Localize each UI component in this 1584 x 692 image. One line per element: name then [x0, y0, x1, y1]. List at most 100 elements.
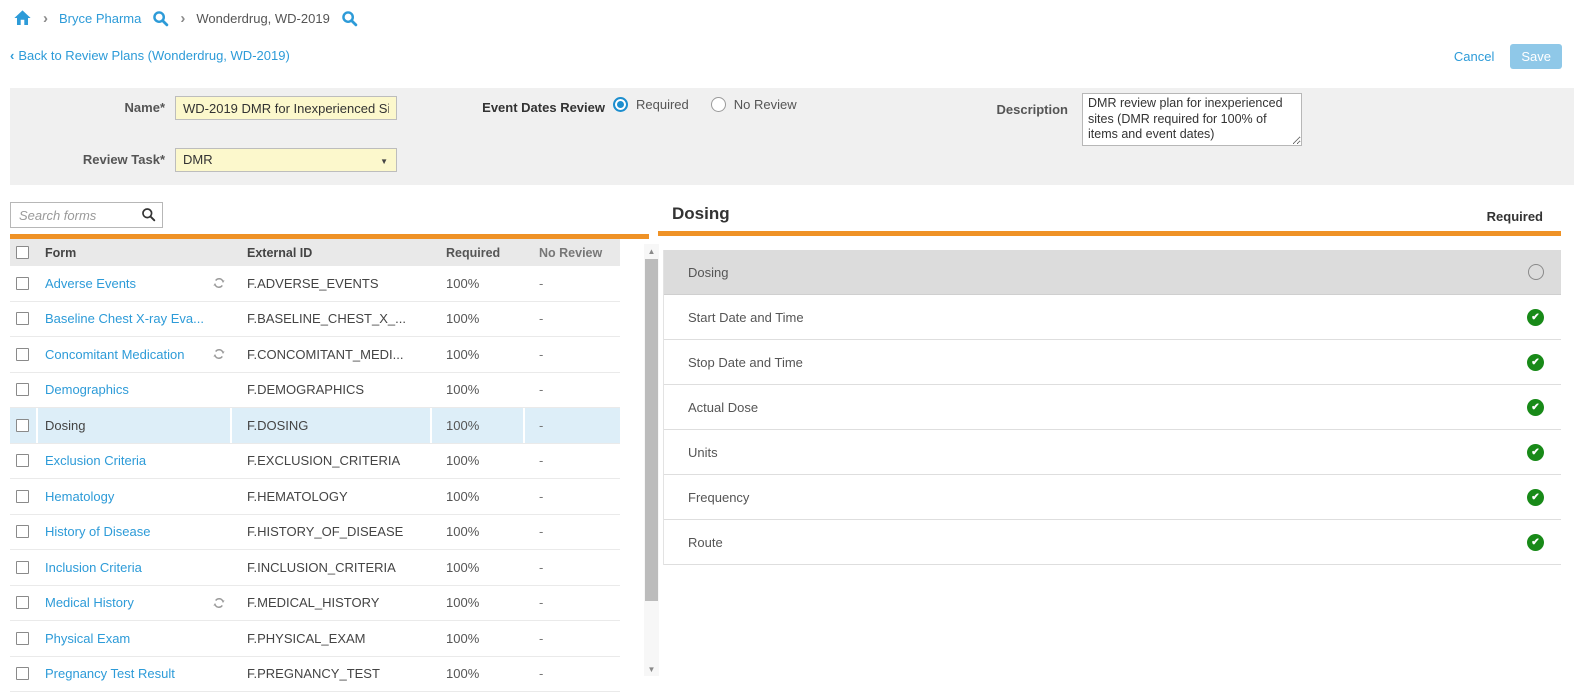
table-row[interactable]: Demographics F.DEMOGRAPHICS 100% -	[10, 373, 620, 409]
scroll-up-icon[interactable]: ▲	[644, 244, 659, 258]
no-review-cell: -	[525, 515, 620, 550]
no-review-cell: -	[525, 657, 620, 692]
row-checkbox[interactable]	[16, 596, 29, 609]
review-plan-form: Name* Review Task* DMR ▼ Event Dates Rev…	[10, 88, 1574, 185]
required-check-icon[interactable]: ✔	[1527, 489, 1544, 506]
forms-table-scrollbar[interactable]: ▲ ▼	[644, 244, 659, 676]
row-checkbox[interactable]	[16, 348, 29, 361]
table-row[interactable]: History of Disease F.HISTORY_OF_DISEASE …	[10, 515, 620, 551]
row-checkbox[interactable]	[16, 312, 29, 325]
form-link[interactable]: Baseline Chest X-ray Eva...	[45, 311, 204, 326]
required-check-icon[interactable]: ✔	[1527, 534, 1544, 551]
form-link[interactable]: Concomitant Medication	[45, 347, 184, 362]
table-row[interactable]: Adverse Events F.ADVERSE_EVENTS 100% -	[10, 266, 620, 302]
column-header-form: Form	[38, 239, 232, 266]
item-row[interactable]: Frequency ✔	[664, 475, 1561, 520]
table-row[interactable]: Baseline Chest X-ray Eva... F.BASELINE_C…	[10, 302, 620, 338]
form-link[interactable]: Inclusion Criteria	[45, 560, 142, 575]
description-textarea[interactable]: DMR review plan for inexperienced sites …	[1082, 93, 1302, 146]
save-button[interactable]: Save	[1510, 44, 1562, 69]
row-checkbox[interactable]	[16, 632, 29, 645]
row-checkbox[interactable]	[16, 383, 29, 396]
search-icon[interactable]	[152, 10, 169, 27]
description-label: Description	[935, 102, 1068, 117]
form-link[interactable]: Hematology	[45, 489, 114, 504]
required-cell: 100%	[432, 337, 525, 372]
row-checkbox[interactable]	[16, 561, 29, 574]
item-row[interactable]: Route ✔	[664, 520, 1561, 565]
table-row[interactable]: Exclusion Criteria F.EXCLUSION_CRITERIA …	[10, 444, 620, 480]
repeating-form-icon	[212, 276, 226, 290]
external-id-cell: F.INCLUSION_CRITERIA	[232, 550, 432, 585]
required-check-icon[interactable]: ✔	[1527, 444, 1544, 461]
row-checkbox[interactable]	[16, 490, 29, 503]
form-link[interactable]: Physical Exam	[45, 631, 130, 646]
back-row: ‹Back to Review Plans (Wonderdrug, WD-20…	[10, 48, 290, 63]
chevron-down-icon: ▼	[380, 157, 388, 166]
action-bar: Cancel Save	[1454, 44, 1562, 69]
form-link[interactable]: Adverse Events	[45, 276, 136, 291]
detail-form-label: Dosing	[688, 265, 728, 280]
table-row[interactable]: Hematology F.HEMATOLOGY 100% -	[10, 479, 620, 515]
form-link[interactable]: Dosing	[45, 418, 85, 433]
no-review-cell: -	[525, 444, 620, 479]
select-all-checkbox[interactable]	[16, 246, 29, 259]
home-icon[interactable]	[13, 9, 32, 27]
scroll-down-icon[interactable]: ▼	[644, 662, 659, 676]
event-dates-radio-group: Required No Review	[613, 97, 811, 112]
name-input[interactable]	[175, 96, 397, 120]
required-check-icon[interactable]: ✔	[1527, 309, 1544, 326]
external-id-cell: F.HEMATOLOGY	[232, 479, 432, 514]
form-link[interactable]: Medical History	[45, 595, 134, 610]
item-row[interactable]: Actual Dose ✔	[664, 385, 1561, 430]
review-task-label: Review Task*	[10, 152, 165, 167]
external-id-cell: F.ADVERSE_EVENTS	[232, 266, 432, 301]
form-link[interactable]: Pregnancy Test Result	[45, 666, 175, 681]
table-row[interactable]: Physical Exam F.PHYSICAL_EXAM 100% -	[10, 621, 620, 657]
detail-status-badge: Required	[1487, 209, 1543, 224]
no-review-cell: -	[525, 373, 620, 408]
repeating-form-icon	[212, 347, 226, 361]
row-checkbox[interactable]	[16, 454, 29, 467]
radio-required[interactable]	[613, 97, 628, 112]
item-row[interactable]: Start Date and Time ✔	[664, 295, 1561, 340]
row-checkbox[interactable]	[16, 667, 29, 680]
detail-form-row[interactable]: Dosing	[664, 250, 1561, 295]
back-to-review-plans-link[interactable]: ‹Back to Review Plans (Wonderdrug, WD-20…	[10, 48, 290, 63]
item-row[interactable]: Units ✔	[664, 430, 1561, 475]
column-header-no-review: No Review	[525, 239, 620, 266]
row-checkbox[interactable]	[16, 525, 29, 538]
radio-no-review[interactable]	[711, 97, 726, 112]
row-checkbox[interactable]	[16, 419, 29, 432]
external-id-cell: F.HISTORY_OF_DISEASE	[232, 515, 432, 550]
form-link[interactable]: Demographics	[45, 382, 129, 397]
scrollbar-thumb[interactable]	[645, 259, 658, 601]
search-icon[interactable]	[341, 10, 358, 27]
review-task-select[interactable]: DMR ▼	[175, 148, 397, 172]
radio-required-label: Required	[636, 97, 689, 112]
table-row[interactable]: Pregnancy Test Result F.PREGNANCY_TEST 1…	[10, 657, 620, 692]
no-review-cell: -	[525, 266, 620, 301]
form-link[interactable]: History of Disease	[45, 524, 150, 539]
required-cell: 100%	[432, 621, 525, 656]
table-row[interactable]: Inclusion Criteria F.INCLUSION_CRITERIA …	[10, 550, 620, 586]
required-cell: 100%	[432, 302, 525, 337]
table-row[interactable]: Dosing F.DOSING 100% -	[10, 408, 620, 444]
table-row[interactable]: Medical History F.MEDICAL_HISTORY 100% -	[10, 586, 620, 622]
cancel-button[interactable]: Cancel	[1454, 49, 1494, 64]
row-checkbox[interactable]	[16, 277, 29, 290]
required-check-icon[interactable]: ✔	[1527, 354, 1544, 371]
item-label: Stop Date and Time	[688, 355, 803, 370]
radio-circle-icon[interactable]	[1528, 264, 1544, 280]
form-link[interactable]: Exclusion Criteria	[45, 453, 146, 468]
forms-table: Form External ID Required No Review Adve…	[10, 239, 620, 692]
external-id-cell: F.PREGNANCY_TEST	[232, 657, 432, 692]
table-row[interactable]: Concomitant Medication F.CONCOMITANT_MED…	[10, 337, 620, 373]
back-link-label: Back to Review Plans (Wonderdrug, WD-201…	[18, 48, 289, 63]
item-label: Route	[688, 535, 723, 550]
required-check-icon[interactable]: ✔	[1527, 399, 1544, 416]
search-icon[interactable]	[141, 207, 156, 222]
external-id-cell: F.PHYSICAL_EXAM	[232, 621, 432, 656]
item-row[interactable]: Stop Date and Time ✔	[664, 340, 1561, 385]
breadcrumb-study-group-link[interactable]: Bryce Pharma	[59, 11, 141, 26]
